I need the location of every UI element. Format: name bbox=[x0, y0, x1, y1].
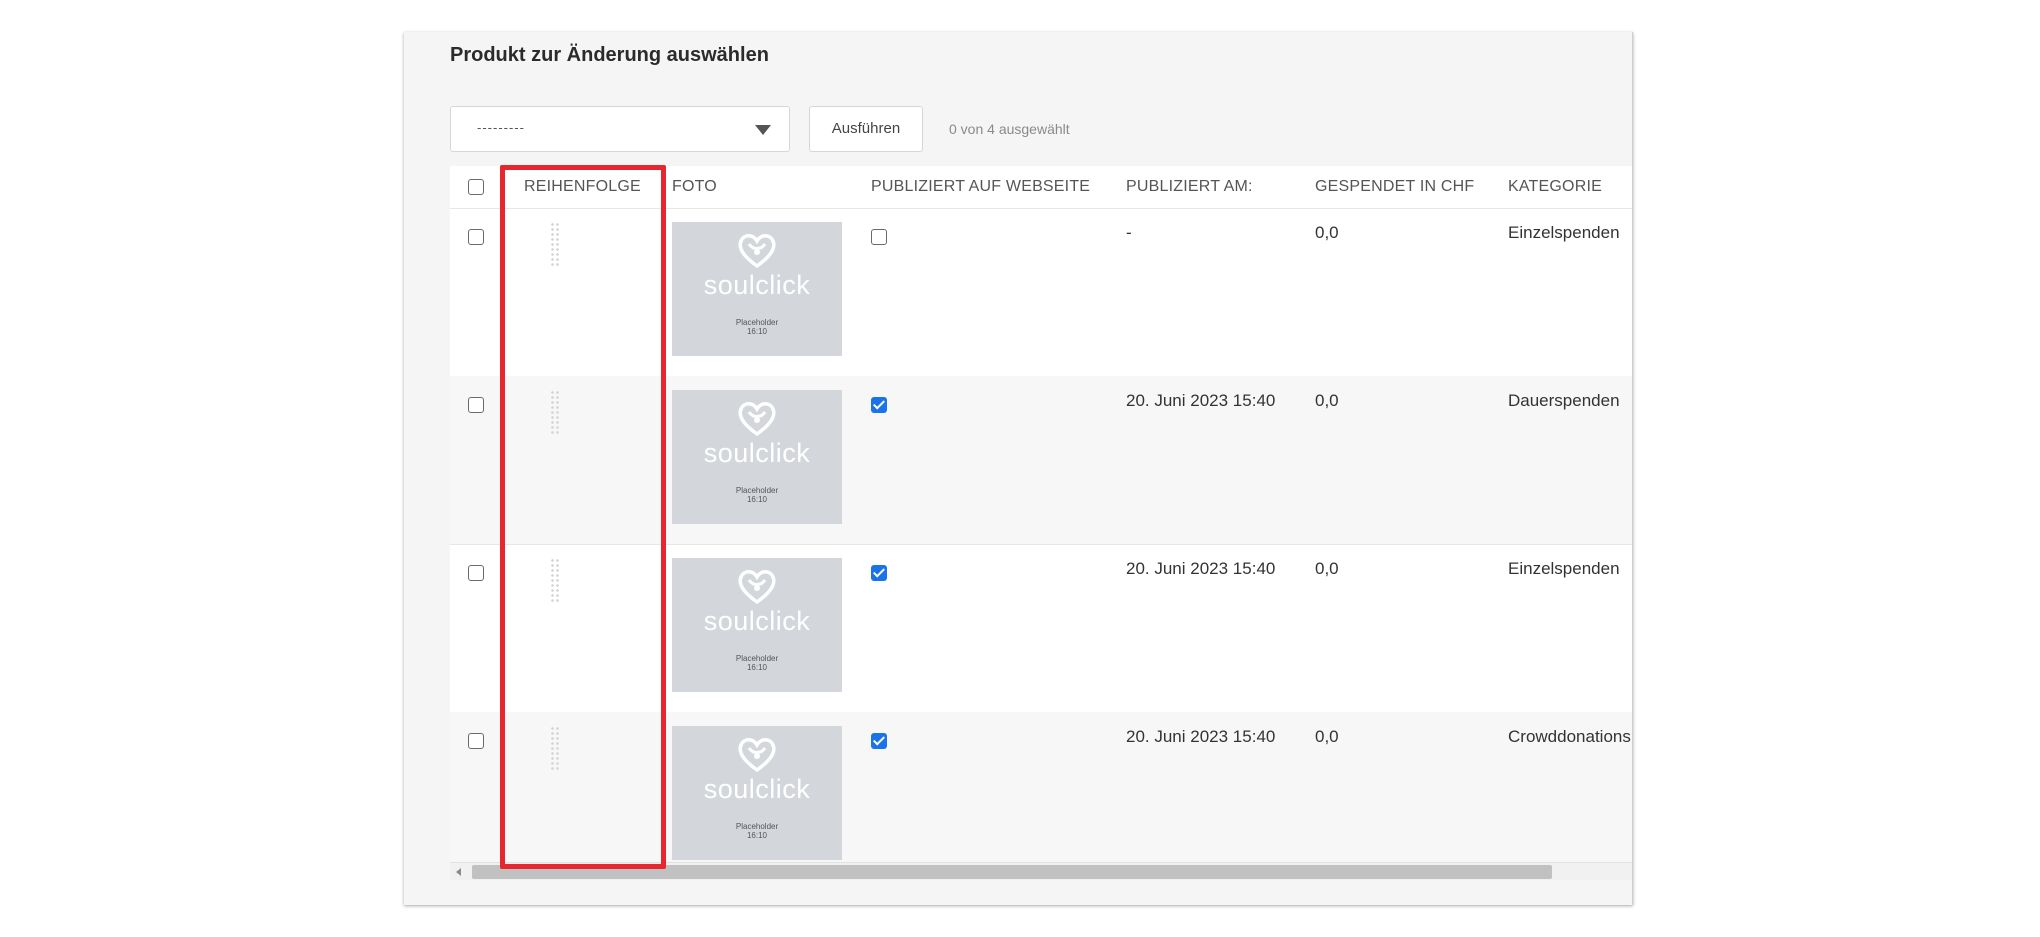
product-photo[interactable]: soulclick Placeholder 16:10 bbox=[672, 558, 842, 692]
donated-cell: 0,0 bbox=[1315, 223, 1339, 242]
thumb-placeholder: Placeholder 16:10 bbox=[735, 318, 779, 336]
published-at-cell: 20. Juni 2023 15:40 bbox=[1126, 727, 1276, 746]
donated-cell: 0,0 bbox=[1315, 727, 1339, 746]
selection-counter: 0 von 4 ausgewählt bbox=[949, 121, 1070, 137]
published-checkbox[interactable] bbox=[871, 733, 887, 749]
thumb-placeholder: Placeholder 16:10 bbox=[735, 822, 779, 840]
select-all-checkbox[interactable] bbox=[468, 179, 484, 195]
row-select-checkbox[interactable] bbox=[468, 397, 484, 413]
heart-logo-icon bbox=[672, 398, 842, 443]
action-select-value: --------- bbox=[477, 120, 525, 135]
product-photo[interactable]: soulclick Placeholder 16:10 bbox=[672, 390, 842, 524]
run-action-button[interactable]: Ausführen bbox=[809, 106, 923, 152]
donated-cell: 0,0 bbox=[1315, 559, 1339, 578]
row-select-checkbox[interactable] bbox=[468, 565, 484, 581]
thumb-placeholder: Placeholder 16:10 bbox=[735, 654, 779, 672]
row-select-checkbox[interactable] bbox=[468, 733, 484, 749]
action-select[interactable]: --------- bbox=[450, 106, 790, 152]
published-at-cell: 20. Juni 2023 15:40 bbox=[1126, 391, 1276, 410]
thumb-brand: soulclick bbox=[703, 774, 811, 804]
chevron-down-icon bbox=[755, 125, 771, 135]
published-at-cell: - bbox=[1126, 223, 1132, 242]
annotation-highlight-box bbox=[500, 165, 666, 869]
category-cell: Einzelspenden bbox=[1508, 559, 1620, 578]
page-title: Produkt zur Änderung auswählen bbox=[450, 44, 769, 66]
scroll-left-icon[interactable] bbox=[456, 868, 461, 876]
published-checkbox[interactable] bbox=[871, 565, 887, 581]
thumb-placeholder: Placeholder 16:10 bbox=[735, 486, 779, 504]
donated-cell: 0,0 bbox=[1315, 391, 1339, 410]
category-cell: Crowddonations bbox=[1508, 727, 1631, 746]
product-photo[interactable]: soulclick Placeholder 16:10 bbox=[672, 222, 842, 356]
column-header-category[interactable]: KATEGORIE bbox=[1508, 178, 1602, 196]
published-at-cell: 20. Juni 2023 15:40 bbox=[1126, 559, 1276, 578]
category-cell: Einzelspenden bbox=[1508, 223, 1620, 242]
row-select-checkbox[interactable] bbox=[468, 229, 484, 245]
published-checkbox[interactable] bbox=[871, 397, 887, 413]
heart-logo-icon bbox=[672, 230, 842, 275]
heart-logo-icon bbox=[672, 566, 842, 611]
column-header-published[interactable]: PUBLIZIERT AUF WEBSEITE bbox=[871, 178, 1090, 196]
category-cell: Dauerspenden bbox=[1508, 391, 1620, 410]
heart-logo-icon bbox=[672, 734, 842, 779]
thumb-brand: soulclick bbox=[703, 606, 811, 636]
published-checkbox[interactable] bbox=[871, 229, 887, 245]
product-photo[interactable]: soulclick Placeholder 16:10 bbox=[672, 726, 842, 860]
column-header-published-at[interactable]: PUBLIZIERT AM: bbox=[1126, 178, 1253, 196]
column-header-donated[interactable]: GESPENDET IN CHF bbox=[1315, 178, 1474, 196]
thumb-brand: soulclick bbox=[703, 270, 811, 300]
thumb-brand: soulclick bbox=[703, 438, 811, 468]
column-header-photo[interactable]: FOTO bbox=[672, 178, 717, 196]
